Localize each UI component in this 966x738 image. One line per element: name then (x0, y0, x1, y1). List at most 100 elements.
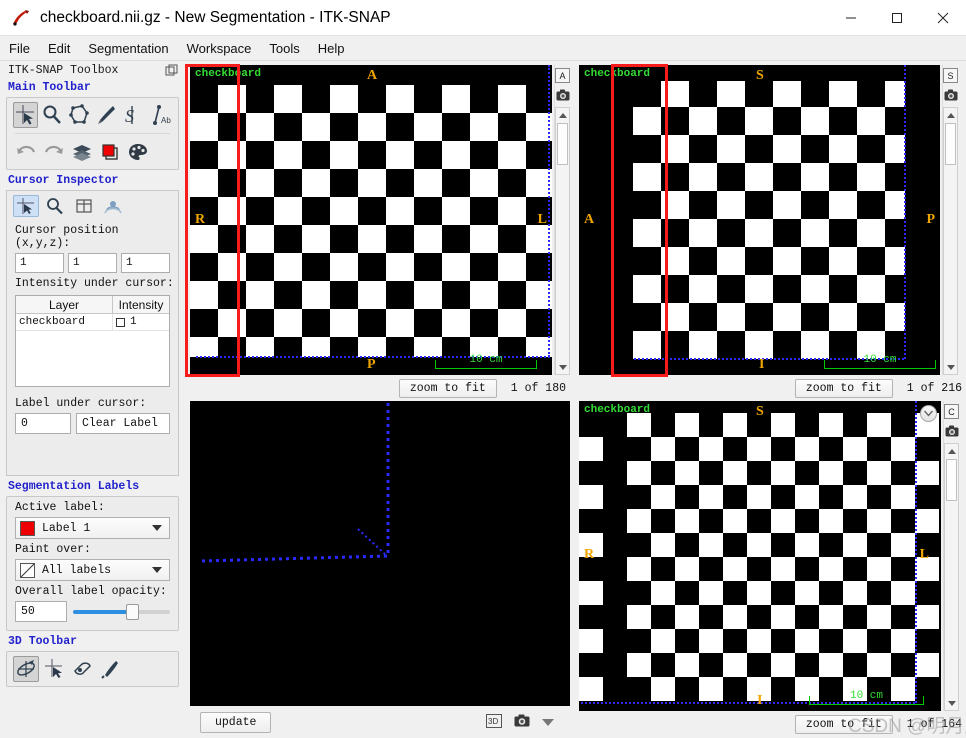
intensity-table[interactable]: Layer Intensity checkboard 1 (15, 295, 170, 387)
axial-checkerboard (190, 65, 552, 375)
scroll-thumb[interactable] (557, 123, 568, 165)
itksnap-window: checkboard.nii.gz - New Segmentation - I… (0, 0, 966, 738)
crosshair-tool[interactable] (13, 102, 38, 128)
axial-panel: checkboard A R L P 10 cm A zoom to fit 1… (185, 61, 570, 398)
svg-text:3D: 3D (488, 717, 498, 726)
axial-scale-text: 10 cm (469, 354, 503, 366)
axial-zoom-to-fit-button[interactable]: zoom to fit (398, 378, 497, 398)
sagittal-canvas[interactable]: checkboard S R L I 10 cm (579, 401, 941, 711)
minimize-button[interactable] (828, 0, 874, 36)
close-button[interactable] (920, 0, 966, 36)
grid-tab[interactable] (71, 195, 97, 217)
scroll-thumb[interactable] (945, 123, 956, 165)
coronal-orient-superior: S (756, 68, 764, 83)
axial-crosshair-vertical (548, 65, 550, 357)
trackball-tool[interactable] (13, 656, 39, 682)
axial-orient-anterior: A (367, 68, 378, 83)
axial-scrollbar[interactable] (555, 107, 570, 375)
scroll-down-button[interactable] (556, 360, 569, 374)
paintbrush-tool[interactable] (93, 102, 118, 128)
coronal-crosshair-vertical (904, 65, 906, 359)
label-id-input[interactable]: 0 (15, 413, 71, 434)
axial-side-rail: A (554, 65, 570, 375)
update-button[interactable]: update (200, 711, 272, 733)
annotation-tool[interactable]: Ab (147, 102, 172, 128)
menu-help[interactable]: Help (309, 38, 354, 59)
axial-orient-right: R (195, 212, 206, 227)
camera-icon[interactable] (514, 714, 530, 730)
toolbar-3d-row (7, 652, 178, 686)
axial-canvas[interactable]: checkboard A R L P 10 cm (190, 65, 552, 375)
axial-side-button[interactable]: A (555, 68, 570, 83)
polygon-tool[interactable] (67, 102, 92, 128)
opacity-input[interactable]: 50 (15, 601, 67, 622)
registration-tab[interactable] (100, 195, 126, 217)
toolbox-title-row: ITK-SNAP Toolbox (4, 61, 181, 77)
render3d-canvas[interactable] (190, 401, 570, 706)
menu-file[interactable]: File (0, 38, 39, 59)
chevron-down-icon (152, 525, 162, 531)
coronal-canvas[interactable]: checkboard S A P I 10 cm (579, 65, 940, 375)
cursor-y-input[interactable]: 1 (68, 253, 117, 273)
scroll-up-button[interactable] (556, 108, 569, 122)
menu-edit[interactable]: Edit (39, 38, 79, 59)
csdn-watermark: CSDN @明月正 (848, 716, 966, 737)
paint-over-combo[interactable]: All labels (15, 559, 170, 581)
menu-segmentation[interactable]: Segmentation (79, 38, 177, 59)
toolbox-sidebar: ITK-SNAP Toolbox Main Toolbar S Ab Curso… (0, 61, 185, 738)
snake-tool[interactable]: S (120, 102, 145, 128)
table-row[interactable]: checkboard 1 (16, 314, 169, 331)
coronal-camera-icon[interactable] (944, 89, 958, 104)
cursor-x-input[interactable]: 1 (15, 253, 64, 273)
scroll-up-button[interactable] (945, 444, 958, 458)
chevron-down-icon[interactable] (542, 718, 554, 726)
undock-icon[interactable] (165, 64, 178, 77)
coronal-panel: checkboard S A P I 10 cm S zoom to fit 1… (575, 61, 966, 398)
active-label-text: Label 1 (42, 521, 91, 535)
cursor-z-input[interactable]: 1 (121, 253, 170, 273)
active-label-swatch (20, 520, 35, 536)
coronal-scrollbar[interactable] (943, 107, 958, 375)
menu-tools[interactable]: Tools (260, 38, 308, 59)
cursor-position-label: Cursor position (x,y,z): (15, 224, 119, 250)
menu-workspace[interactable]: Workspace (178, 38, 261, 59)
palette-button[interactable] (125, 139, 151, 165)
zoom-pan-tool[interactable] (40, 102, 65, 128)
crosshair-tab[interactable] (13, 195, 39, 217)
scalpel-tool[interactable] (97, 656, 123, 682)
sagittal-side-button[interactable]: C (944, 404, 959, 419)
sagittal-expand-icon[interactable] (920, 405, 937, 422)
sagittal-checkerboard (579, 401, 941, 711)
scroll-thumb[interactable] (946, 459, 957, 501)
coronal-zoom-to-fit-button[interactable]: zoom to fit (794, 378, 893, 398)
render3d-axes (190, 401, 570, 706)
cursor-inspector-group: Cursor position (x,y,z): 1 1 1 Intensity… (6, 190, 179, 476)
axial-camera-icon[interactable] (556, 89, 570, 104)
maximize-button[interactable] (874, 0, 920, 36)
coronal-side-rail: S (942, 65, 958, 375)
crosshair-3d-tool[interactable] (41, 656, 67, 682)
3d-mode-icon[interactable]: 3D (486, 713, 502, 731)
spray-tool[interactable] (69, 656, 95, 682)
scroll-down-button[interactable] (944, 360, 957, 374)
undo-button[interactable] (13, 139, 39, 165)
active-label-combo[interactable]: Label 1 (15, 517, 170, 539)
zoom-tab[interactable] (42, 195, 68, 217)
scroll-down-button[interactable] (945, 696, 958, 710)
layer-visibility-checkbox[interactable] (116, 317, 125, 327)
sagittal-scrollbar[interactable] (944, 443, 959, 711)
label-color-button[interactable] (97, 139, 123, 165)
main-toolbar-header: Main Toolbar (8, 81, 91, 94)
layers-button[interactable] (69, 139, 95, 165)
opacity-row: 50 (7, 601, 178, 622)
coronal-side-button[interactable]: S (943, 68, 958, 83)
sagittal-camera-icon[interactable] (945, 425, 959, 440)
opacity-slider[interactable] (73, 603, 170, 621)
label-under-cursor-label: Label under cursor: (15, 397, 147, 410)
scale-cap-left (824, 360, 825, 369)
redo-button[interactable] (41, 139, 67, 165)
label-name-input[interactable]: Clear Label (76, 413, 170, 434)
intensity-label: Intensity under cursor: (15, 277, 174, 290)
scroll-up-button[interactable] (944, 108, 957, 122)
slider-knob[interactable] (126, 603, 140, 620)
